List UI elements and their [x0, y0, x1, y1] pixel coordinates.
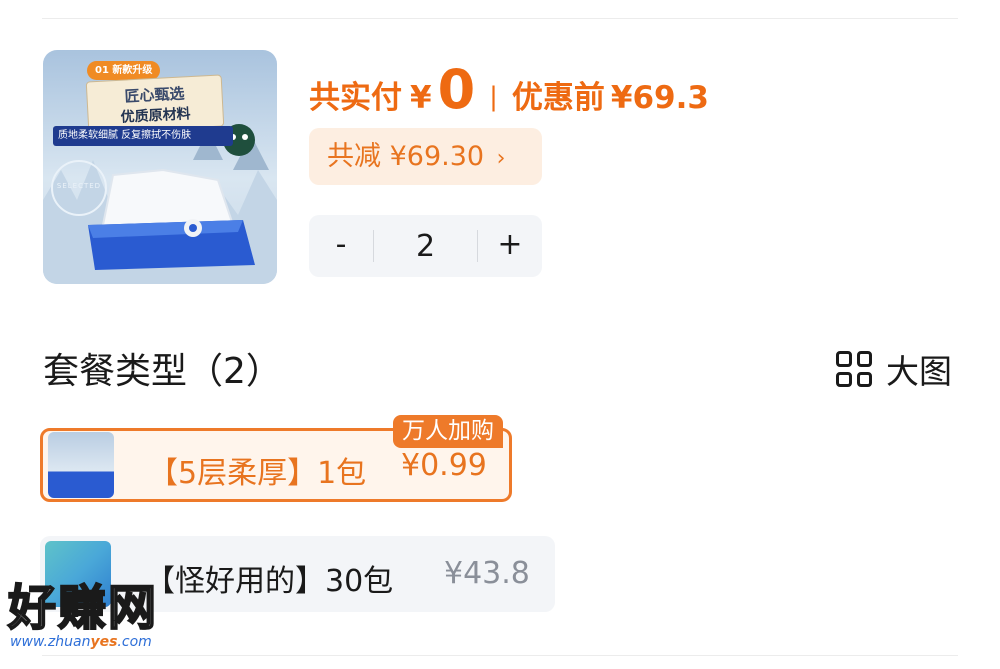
package-option-name: 【5层柔厚】1包	[148, 456, 367, 491]
package-option-price: ¥43.8	[444, 556, 530, 591]
package-option-price: ¥0.99	[401, 448, 487, 483]
package-option-thumbnail	[48, 432, 114, 498]
product-image-banner: 质地柔软细腻 反复擦拭不伤肤	[53, 126, 233, 146]
original-price-amount: ¥69.3	[610, 80, 709, 116]
price-summary: 共实付 ¥ 0 | 优惠前 ¥69.3	[309, 58, 709, 121]
increase-quantity-button[interactable]: +	[478, 215, 542, 277]
large-image-view-toggle[interactable]: 大图	[836, 345, 952, 393]
chevron-right-icon: ›	[496, 146, 506, 171]
selected-seal-icon: SELECTED	[51, 160, 107, 216]
discount-detail-button[interactable]: 共减 ¥69.30 ›	[309, 128, 542, 185]
product-image-card: 匠心甄选 优质原材料	[85, 74, 225, 134]
view-toggle-label: 大图	[886, 352, 952, 391]
watermark-url: www.zhuanyes.com	[10, 634, 152, 650]
popular-badge: 万人加购	[393, 415, 503, 448]
original-price-label: 优惠前	[511, 80, 605, 116]
top-divider	[42, 18, 958, 19]
bottom-divider	[42, 655, 958, 656]
package-option-name: 【怪好用的】30包	[145, 564, 394, 599]
total-paid-amount: 0	[437, 58, 476, 121]
product-image-tag: 01 新款升级	[87, 61, 161, 80]
decrease-quantity-button[interactable]: -	[309, 215, 373, 277]
grid-view-icon	[836, 351, 872, 387]
discount-text: 共减 ¥69.30	[327, 141, 485, 172]
package-type-title: 套餐类型（2）	[43, 351, 282, 392]
quantity-stepper: - 2 +	[309, 215, 542, 277]
total-paid-label: 共实付	[309, 80, 402, 116]
quantity-value[interactable]: 2	[374, 229, 477, 264]
product-image[interactable]: 01 新款升级 匠心甄选 优质原材料 质地柔软细腻 反复擦拭不伤肤 SELECT…	[43, 50, 277, 284]
site-watermark: 好赚网 www.zhuanyes.com	[7, 580, 159, 650]
price-separator: |	[489, 82, 498, 112]
currency-symbol: ¥	[410, 80, 432, 116]
watermark-title: 好赚网	[7, 580, 159, 636]
